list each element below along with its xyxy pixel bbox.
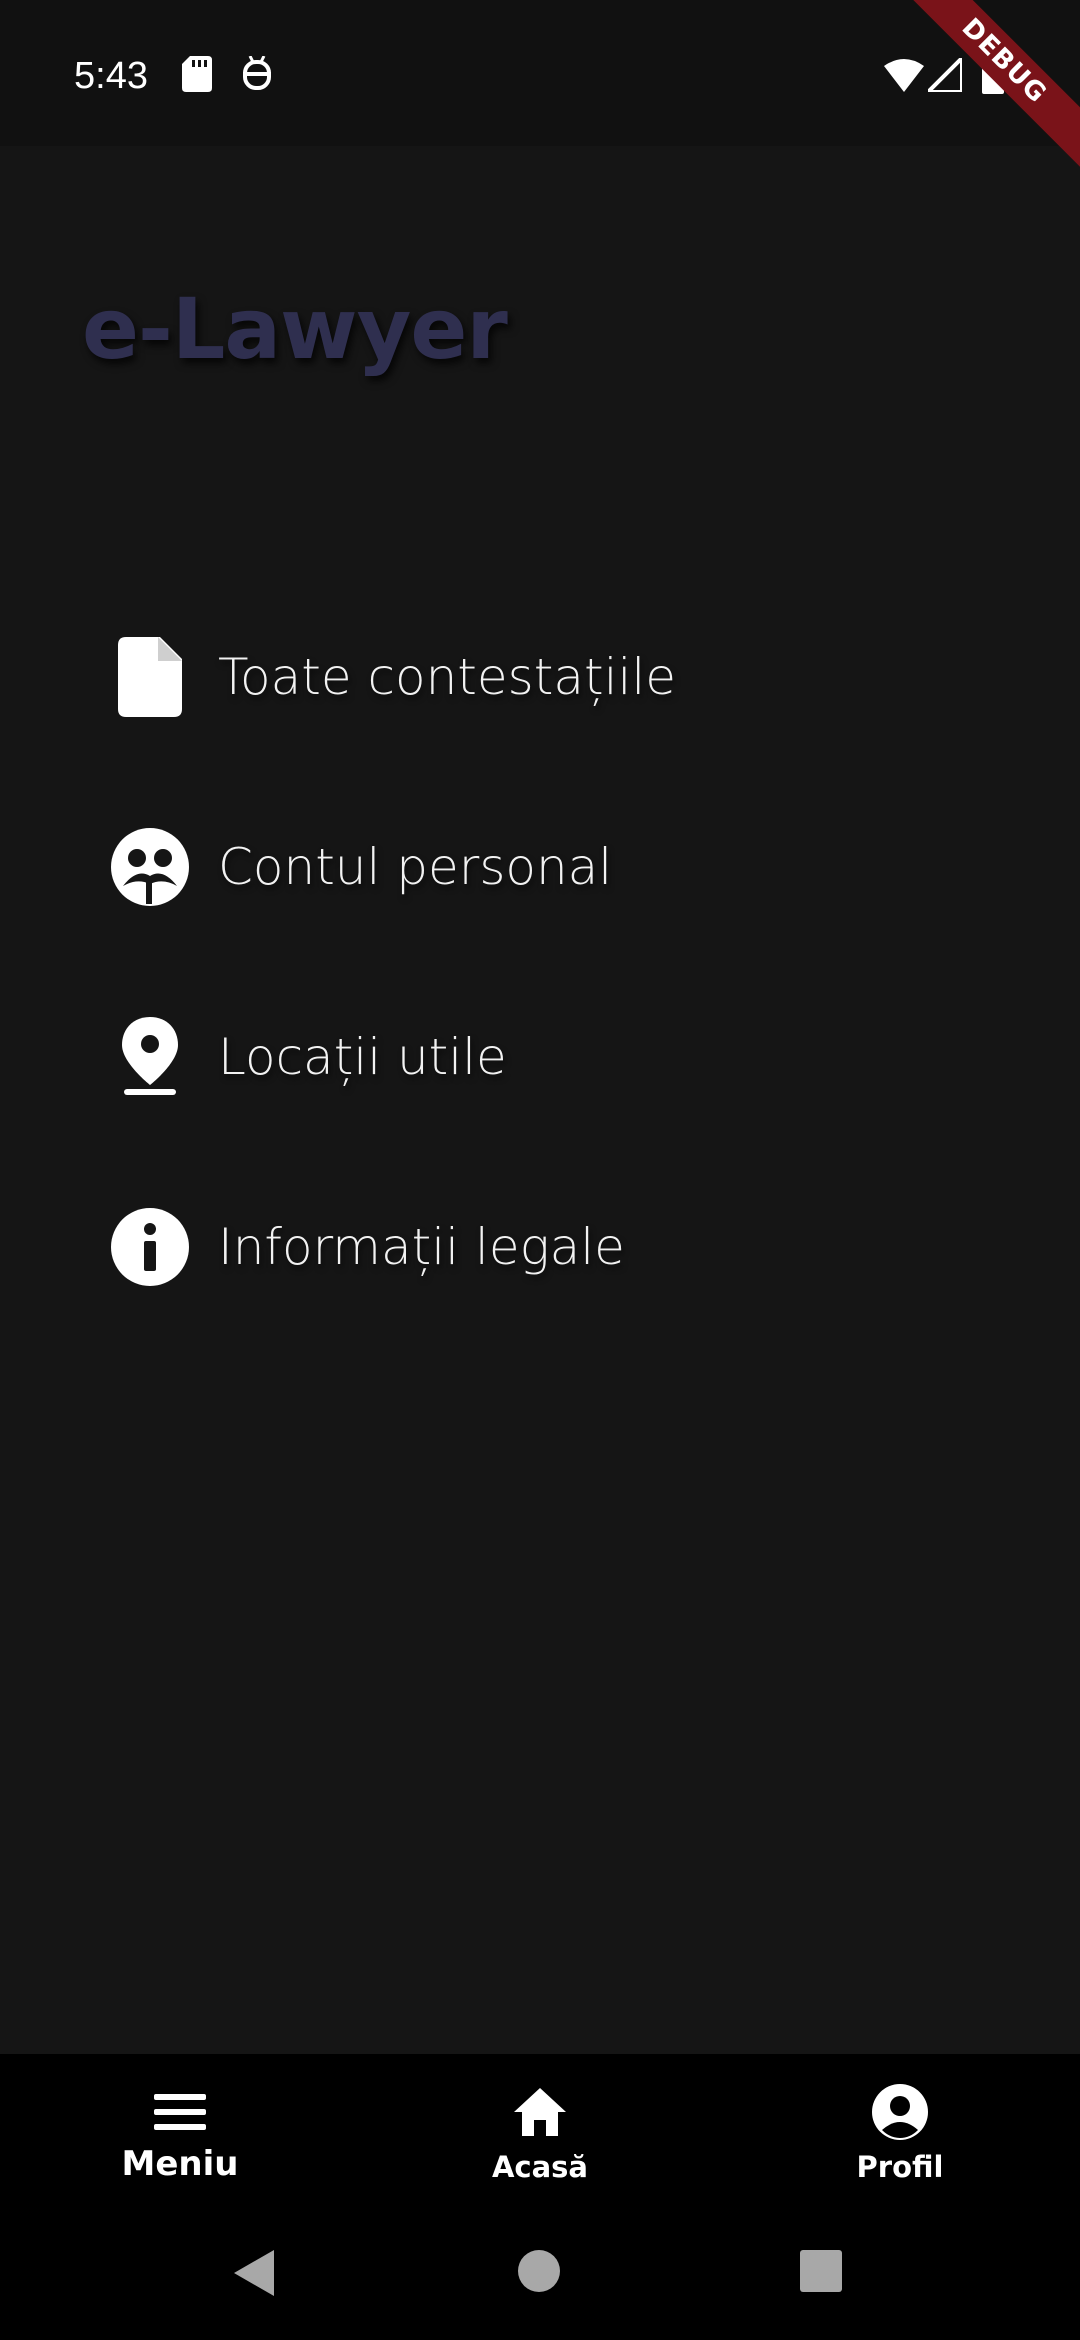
location-pin-icon [100, 1007, 200, 1107]
info-icon [100, 1197, 200, 1297]
back-triangle-icon[interactable] [232, 2248, 282, 2298]
app-title: e-Lawyer [82, 280, 508, 378]
menu-item-label: Informații legale [218, 1218, 625, 1276]
home-circle-icon[interactable] [516, 2248, 566, 2298]
menu-icon [150, 2082, 210, 2142]
recents-square-icon[interactable] [798, 2248, 848, 2298]
nav-label: Profil [856, 2150, 944, 2184]
document-icon [100, 627, 200, 727]
menu-item-informatii[interactable]: Informații legale [100, 1192, 625, 1302]
menu-item-cont-personal[interactable]: Contul personal [100, 812, 612, 922]
status-time: 5:43 [74, 55, 148, 97]
sd-card-icon [182, 56, 212, 96]
nav-item-profil[interactable]: Profil [750, 2054, 1050, 2204]
profile-icon [870, 2082, 930, 2142]
app-screen: 5:43 DEBUG e-Lawyer Toate contestațiile … [0, 0, 1080, 2340]
cell-signal-icon [923, 53, 964, 96]
bottom-navigation: Meniu Acasă Profil [0, 2054, 1080, 2204]
nav-label: Meniu [121, 2144, 239, 2184]
menu-item-label: Locații utile [218, 1028, 507, 1086]
status-bar: 5:43 DEBUG [0, 0, 1080, 182]
android-robot-icon [242, 55, 272, 96]
menu-item-locatii[interactable]: Locații utile [100, 1002, 507, 1112]
menu-item-label: Toate contestațiile [218, 648, 677, 706]
nav-label: Acasă [491, 2150, 589, 2184]
nav-item-acasa[interactable]: Acasă [390, 2054, 690, 2204]
account-circle-icon [100, 817, 200, 917]
menu-item-contestatii[interactable]: Toate contestațiile [100, 622, 676, 732]
wifi-icon [884, 58, 924, 96]
system-navigation-bar [0, 2204, 1080, 2340]
menu-item-label: Contul personal [218, 838, 613, 896]
nav-item-meniu[interactable]: Meniu [30, 2054, 330, 2204]
home-icon [510, 2082, 570, 2142]
